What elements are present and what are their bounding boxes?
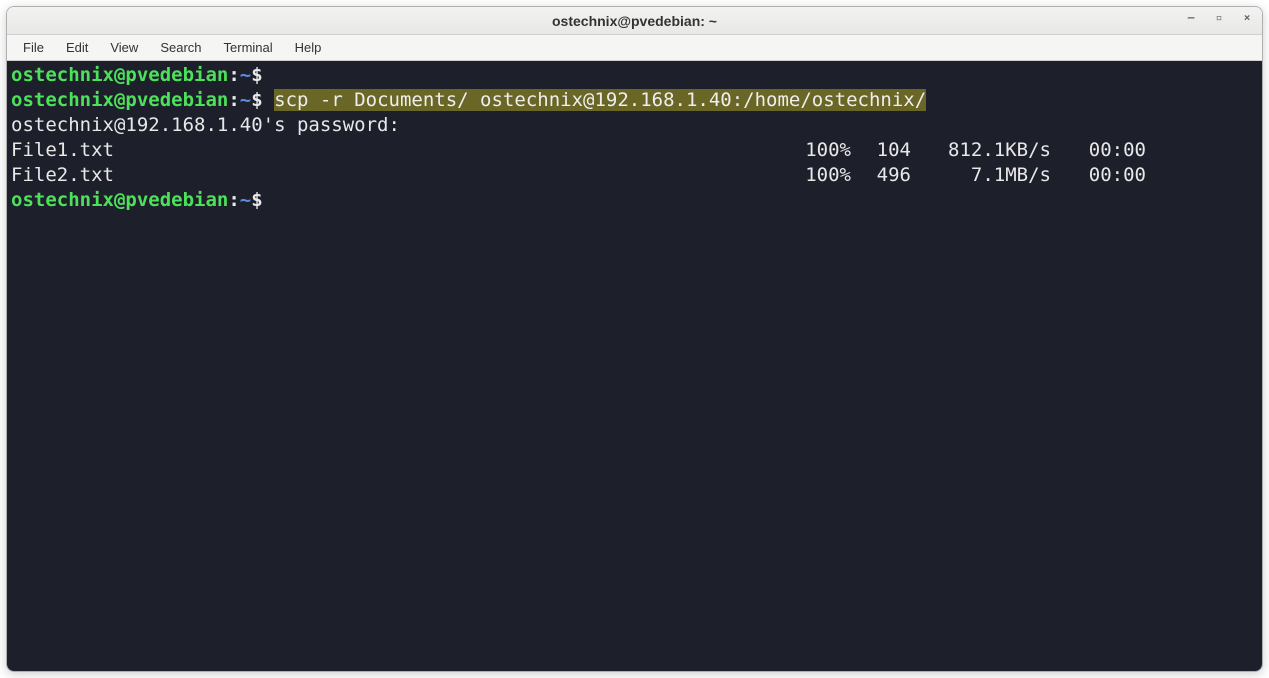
maximize-button[interactable]: ▫ <box>1212 11 1226 24</box>
menu-bar: File Edit View Search Terminal Help <box>7 35 1262 61</box>
prompt-user: ostechnix@pvedebian <box>11 64 228 86</box>
prompt-path: ~ <box>240 189 251 211</box>
window-title: ostechnix@pvedebian: ~ <box>552 13 717 29</box>
file-speed: 812.1KB/s <box>911 138 1051 163</box>
menu-help[interactable]: Help <box>285 37 332 58</box>
terminal-line: ostechnix@pvedebian:~$ <box>11 188 1258 213</box>
file-size: 496 <box>851 163 911 188</box>
prompt-symbol: $ <box>251 89 262 111</box>
prompt-path: ~ <box>240 89 251 111</box>
file-percent: 100% <box>791 163 851 188</box>
menu-file[interactable]: File <box>13 37 54 58</box>
menu-edit[interactable]: Edit <box>56 37 98 58</box>
menu-terminal[interactable]: Terminal <box>214 37 283 58</box>
password-prompt-line: ostechnix@192.168.1.40's password: <box>11 113 1258 138</box>
scp-command: scp -r Documents/ ostechnix@192.168.1.40… <box>274 89 926 111</box>
transfer-line-1: File1.txt100%104812.1KB/s00:00 <box>11 138 1258 163</box>
transfer-line-2: File2.txt100%4967.1MB/s00:00 <box>11 163 1258 188</box>
menu-search[interactable]: Search <box>150 37 211 58</box>
close-button[interactable]: × <box>1240 11 1254 24</box>
terminal-line: ostechnix@pvedebian:~$ scp -r Documents/… <box>11 88 1258 113</box>
file-percent: 100% <box>791 138 851 163</box>
terminal-window: ostechnix@pvedebian: ~ – ▫ × File Edit V… <box>6 6 1263 672</box>
terminal-body[interactable]: ostechnix@pvedebian:~$ostechnix@pvedebia… <box>7 61 1262 671</box>
prompt-symbol: $ <box>251 189 262 211</box>
file-time: 00:00 <box>1051 138 1146 163</box>
terminal-line: ostechnix@pvedebian:~$ <box>11 63 1258 88</box>
file-size: 104 <box>851 138 911 163</box>
window-titlebar[interactable]: ostechnix@pvedebian: ~ – ▫ × <box>7 7 1262 35</box>
prompt-colon: : <box>228 64 239 86</box>
file-time: 00:00 <box>1051 163 1146 188</box>
file-name: File1.txt <box>11 138 791 163</box>
minimize-button[interactable]: – <box>1184 11 1198 24</box>
file-speed: 7.1MB/s <box>911 163 1051 188</box>
file-name: File2.txt <box>11 163 791 188</box>
menu-view[interactable]: View <box>100 37 148 58</box>
prompt-path: ~ <box>240 64 251 86</box>
prompt-user: ostechnix@pvedebian <box>11 89 228 111</box>
prompt-user: ostechnix@pvedebian <box>11 189 228 211</box>
prompt-colon: : <box>228 89 239 111</box>
window-controls: – ▫ × <box>1184 11 1254 24</box>
prompt-colon: : <box>228 189 239 211</box>
prompt-symbol: $ <box>251 64 262 86</box>
